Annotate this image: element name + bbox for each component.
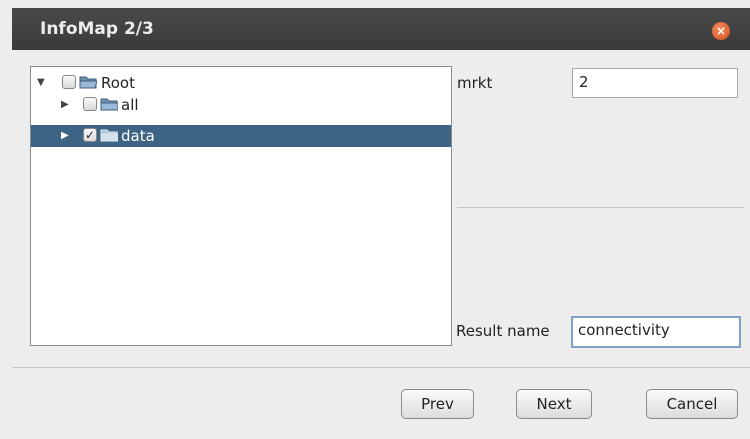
tree-checkbox-data[interactable]: ✓: [83, 128, 97, 142]
button-bar-separator: [12, 367, 750, 368]
tree-node-label: data: [121, 127, 155, 145]
folder-icon: [100, 98, 118, 111]
tree-node-root[interactable]: ▼ Root: [35, 72, 235, 94]
collapse-triangle-icon[interactable]: ▶: [61, 125, 69, 147]
tree-node-label: Root: [101, 74, 135, 92]
close-icon[interactable]: ×: [712, 22, 730, 40]
folder-open-icon: [79, 76, 97, 89]
separator: [457, 207, 744, 208]
cancel-button[interactable]: Cancel: [646, 389, 738, 419]
result-name-label: Result name: [456, 322, 550, 340]
tree-node-label: all: [121, 96, 139, 114]
tree-checkbox-all[interactable]: [83, 97, 97, 111]
mrkt-label: mrkt: [457, 74, 493, 92]
title-bar: InfoMap 2/3: [12, 8, 750, 50]
folder-icon: [100, 129, 118, 142]
mrkt-field[interactable]: 2: [572, 68, 738, 98]
next-button[interactable]: Next: [516, 389, 592, 419]
tree-checkbox-root[interactable]: [62, 75, 76, 89]
result-name-field[interactable]: connectivity: [571, 316, 741, 348]
window-title: InfoMap 2/3: [40, 19, 154, 39]
prev-button[interactable]: Prev: [401, 389, 474, 419]
tree-node-data[interactable]: ▶ ✓ data: [31, 125, 451, 147]
expand-triangle-icon[interactable]: ▼: [37, 72, 45, 94]
tree-view[interactable]: ▼ Root ▶ all ▶ ✓ data: [30, 66, 452, 346]
tree-node-all[interactable]: ▶ all: [35, 94, 235, 116]
collapse-triangle-icon[interactable]: ▶: [61, 94, 69, 116]
